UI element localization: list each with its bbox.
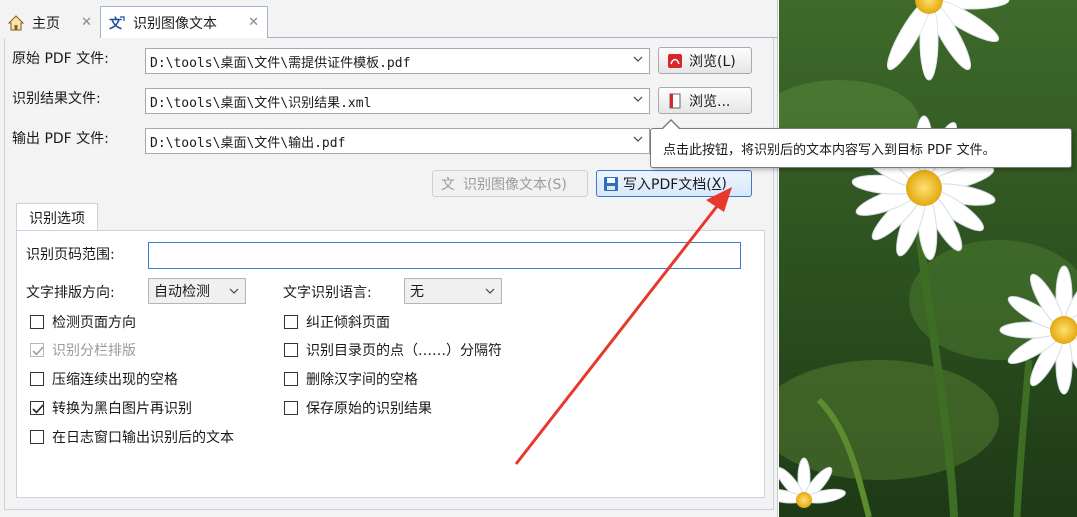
tab-home[interactable]: 主页 ✕: [0, 6, 100, 39]
tooltip-text: 点击此按钮，将识别后的文本内容写入到目标 PDF 文件。: [663, 142, 996, 158]
chevron-down-icon: [485, 288, 495, 294]
ocr-text-icon: 文: [107, 13, 127, 33]
checkbox[interactable]: [284, 372, 298, 386]
layout-dir-select[interactable]: 自动检测: [148, 278, 246, 304]
check-label: 识别分栏排版: [52, 343, 136, 359]
svg-text:文: 文: [109, 16, 123, 32]
close-icon[interactable]: ✕: [81, 15, 92, 30]
layout-dir-row: 文字排版方向:: [26, 282, 115, 302]
check-label: 检测页面方向: [52, 315, 136, 331]
chevron-down-icon: [633, 136, 643, 142]
chevron-down-icon: [633, 96, 643, 102]
checkbox[interactable]: [284, 343, 298, 357]
output-pdf-label: 输出 PDF 文件:: [12, 131, 109, 147]
tab-ocr[interactable]: 文 识别图像文本 ✕: [100, 6, 268, 39]
background-photo: [779, 0, 1077, 517]
save-icon: [603, 176, 619, 192]
home-icon: [6, 13, 26, 33]
close-icon[interactable]: ✕: [248, 15, 259, 30]
output-pdf-combo[interactable]: D:\tools\桌面\文件\输出.pdf: [145, 128, 650, 154]
tab-ocr-label: 识别图像文本: [133, 15, 217, 32]
check-log-output[interactable]: 在日志窗口输出识别后的文本: [30, 427, 234, 447]
chevron-down-icon: [633, 56, 643, 62]
lang-label: 文字识别语言:: [283, 285, 372, 301]
checkmark-icon: [32, 346, 44, 356]
recognize-text-button[interactable]: 文 识别图像文本(S): [432, 170, 588, 197]
options-section-tab[interactable]: 识别选项: [16, 203, 98, 231]
check-label: 在日志窗口输出识别后的文本: [52, 430, 234, 446]
check-save-raw[interactable]: 保存原始的识别结果: [284, 398, 432, 418]
checkmark-icon: [32, 404, 44, 414]
options-section-title: 识别选项: [29, 210, 85, 227]
write-pdf-suffix: ): [721, 175, 727, 192]
browse-pdf-label: 浏览(L): [689, 53, 736, 70]
write-pdf-button[interactable]: 写入 PDF文档(X): [596, 170, 752, 197]
result-file-row: 识别结果文件:: [12, 88, 142, 108]
file-icon: [667, 93, 683, 109]
layout-dir-label: 文字排版方向:: [26, 285, 115, 301]
page-range-label: 识别页码范围:: [26, 247, 115, 263]
page-range-row: 识别页码范围:: [26, 244, 115, 264]
check-detect-orientation[interactable]: 检测页面方向: [30, 312, 136, 332]
browse-result-label: 浏览...: [689, 93, 731, 110]
check-bw-convert[interactable]: 转换为黑白图片再识别: [30, 398, 192, 418]
source-pdf-value: D:\tools\桌面\文件\需提供证件模板.pdf: [150, 55, 411, 71]
chevron-down-icon: [229, 288, 239, 294]
source-pdf-combo[interactable]: D:\tools\桌面\文件\需提供证件模板.pdf: [145, 48, 650, 74]
source-pdf-row: 原始 PDF 文件:: [12, 48, 142, 68]
tab-home-label: 主页: [32, 15, 60, 32]
check-compress-spaces[interactable]: 压缩连续出现的空格: [30, 369, 178, 389]
checkbox[interactable]: [30, 315, 44, 329]
browse-pdf-button[interactable]: 浏览(L): [658, 47, 752, 74]
options-section: [16, 230, 765, 498]
output-pdf-row: 输出 PDF 文件:: [12, 128, 142, 148]
checkbox[interactable]: [30, 430, 44, 444]
page-range-input[interactable]: [148, 242, 741, 269]
write-pdf-key: X: [711, 175, 722, 192]
check-label: 识别目录页的点（……）分隔符: [306, 343, 502, 359]
result-file-label: 识别结果文件:: [12, 91, 101, 107]
source-pdf-label: 原始 PDF 文件:: [12, 51, 109, 67]
write-pdf-tooltip: 点击此按钮，将识别后的文本内容写入到目标 PDF 文件。: [650, 119, 1072, 168]
checkbox[interactable]: [30, 401, 44, 415]
recognize-text-label: 识别图像文本(S): [463, 176, 567, 193]
checkbox[interactable]: [30, 372, 44, 386]
result-file-combo[interactable]: D:\tools\桌面\文件\识别结果.xml: [145, 88, 650, 114]
check-label: 保存原始的识别结果: [306, 401, 432, 417]
write-pdf-mid: PDF文档(: [651, 176, 712, 193]
checkbox[interactable]: [284, 401, 298, 415]
output-pdf-value: D:\tools\桌面\文件\输出.pdf: [150, 135, 346, 151]
check-label: 删除汉字间的空格: [306, 372, 418, 388]
check-toc-dots[interactable]: 识别目录页的点（……）分隔符: [284, 340, 502, 360]
lang-row: 文字识别语言:: [283, 282, 372, 302]
check-remove-cjk-spaces[interactable]: 删除汉字间的空格: [284, 369, 418, 389]
lang-select[interactable]: 无: [404, 278, 502, 304]
check-label: 转换为黑白图片再识别: [52, 401, 192, 417]
write-pdf-prefix: 写入: [623, 176, 651, 193]
browse-result-button[interactable]: 浏览...: [658, 87, 752, 114]
ocr-text-icon: 文: [441, 176, 455, 193]
layout-dir-value: 自动检测: [154, 284, 210, 300]
tab-bar: 主页 ✕ 文 识别图像文本 ✕: [0, 6, 778, 39]
daisy-photo: [779, 0, 1077, 517]
check-detect-columns[interactable]: 识别分栏排版: [30, 340, 136, 360]
lang-value: 无: [410, 284, 424, 300]
app-window: 主页 ✕ 文 识别图像文本 ✕ 原始 PDF 文件: D:\tools\桌面\文…: [0, 0, 778, 517]
result-file-value: D:\tools\桌面\文件\识别结果.xml: [150, 95, 372, 111]
checkbox[interactable]: [284, 315, 298, 329]
pdf-icon: [667, 53, 683, 69]
check-label: 纠正倾斜页面: [306, 315, 390, 331]
check-label: 压缩连续出现的空格: [52, 372, 178, 388]
checkbox[interactable]: [30, 343, 44, 357]
check-deskew[interactable]: 纠正倾斜页面: [284, 312, 390, 332]
